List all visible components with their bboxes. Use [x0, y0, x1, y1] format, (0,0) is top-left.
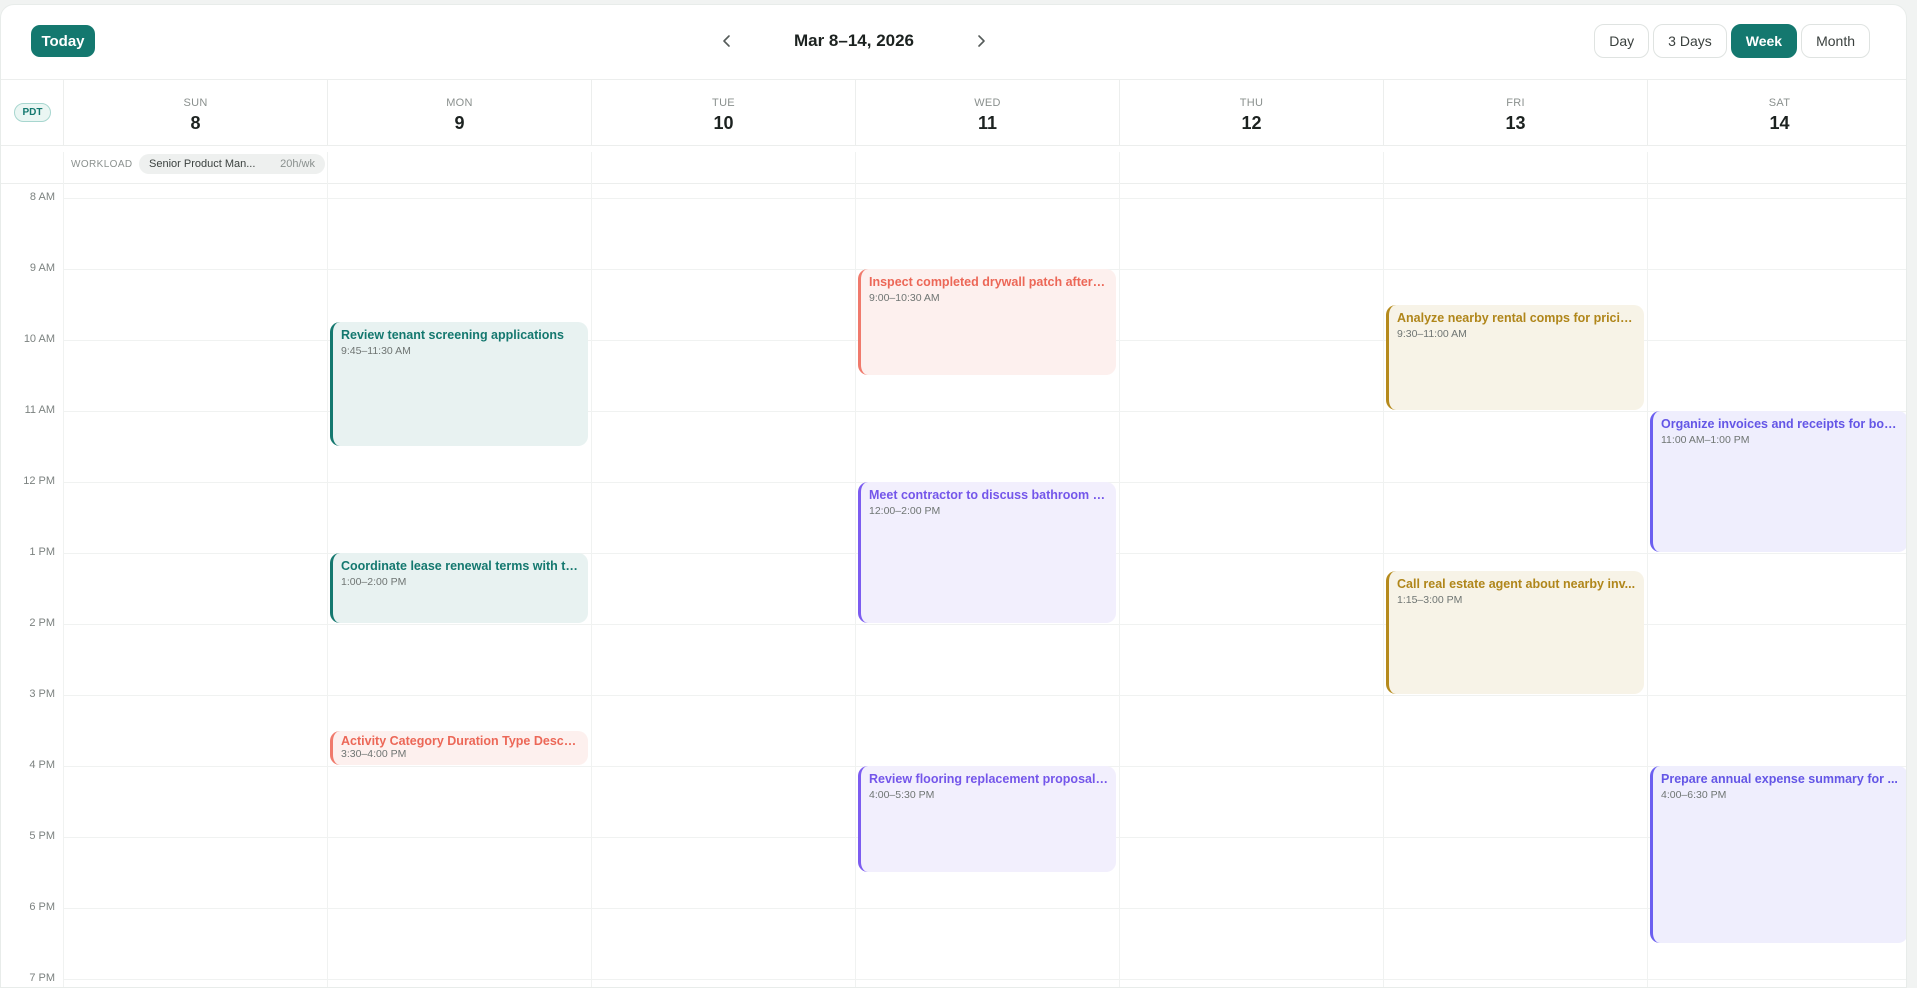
workload-label: WORKLOAD: [71, 159, 133, 170]
day-column-divider: [855, 152, 856, 987]
event-time: 12:00–2:00 PM: [869, 505, 941, 517]
calendar-event[interactable]: Call real estate agent about nearby inv.…: [1386, 570, 1644, 694]
day-header-wed[interactable]: WED 11: [855, 80, 1119, 146]
hour-label: 12 PM: [23, 475, 55, 487]
day-of-week-label: THU: [1239, 97, 1264, 109]
event-time: 11:00 AM–1:00 PM: [1661, 434, 1750, 446]
event-title: Meet contractor to discuss bathroom u...: [869, 488, 1108, 502]
day-number: 9: [454, 113, 465, 133]
view-week-button[interactable]: Week: [1730, 24, 1798, 58]
day-column-divider: [63, 152, 64, 987]
workload-row: WORKLOAD Senior Product Man... 20h/wk: [1, 146, 1906, 184]
day-header-row: PDT SUN 8 MON 9 TUE 10 WED 11 THU 12 FRI 13 SAT 14: [1, 80, 1906, 146]
hour-label: 5 PM: [29, 830, 55, 842]
event-title: Analyze nearby rental comps for pricin..…: [1397, 310, 1636, 325]
day-header-sun[interactable]: SUN 8: [63, 80, 327, 146]
day-number: 11: [977, 113, 998, 133]
timezone-badge: PDT: [14, 103, 51, 122]
hour-gridline: [63, 979, 1906, 980]
hour-gridline: [63, 695, 1906, 696]
calendar-event[interactable]: Activity Category Duration Type Descri..…: [330, 730, 588, 765]
day-of-week-label: TUE: [712, 97, 735, 109]
hour-label: 10 AM: [23, 333, 55, 345]
calendar-event[interactable]: Review flooring replacement proposal ...…: [858, 766, 1116, 872]
day-column-divider: [1119, 152, 1120, 987]
event-title: Prepare annual expense summary for ...: [1661, 772, 1898, 786]
workload-hours: 20h/wk: [280, 158, 315, 170]
toolbar: Today Mar 8–14, 2026 Day 3 Days Week Mon…: [1, 5, 1906, 80]
event-time: 1:15–3:00 PM: [1397, 593, 1463, 606]
hour-label: 3 PM: [29, 688, 55, 700]
day-column-divider: [327, 152, 328, 987]
event-time: 4:00–5:30 PM: [869, 789, 935, 801]
day-of-week-label: SAT: [1768, 97, 1791, 109]
calendar-event[interactable]: Analyze nearby rental comps for pricin..…: [1386, 304, 1644, 410]
hour-gridline: [63, 908, 1906, 909]
event-title: Activity Category Duration Type Descri..…: [341, 733, 580, 748]
chevron-left-icon: [723, 35, 730, 47]
day-number: 10: [713, 113, 734, 133]
calendar-event[interactable]: Coordinate lease renewal terms with te..…: [330, 553, 588, 623]
calendar-event[interactable]: Meet contractor to discuss bathroom u...…: [858, 482, 1116, 623]
event-title: Organize invoices and receipts for boo..…: [1661, 417, 1900, 431]
event-title: Review tenant screening applications: [341, 328, 564, 343]
day-column-divider: [1383, 152, 1384, 987]
view-3days-button[interactable]: 3 Days: [1653, 24, 1727, 58]
hour-label: 11 AM: [24, 404, 55, 416]
event-time: 3:30–4:00 PM: [341, 747, 407, 760]
day-header-sat[interactable]: SAT 14: [1647, 80, 1906, 146]
day-number: 8: [190, 113, 201, 133]
hour-label: 1 PM: [29, 546, 55, 558]
today-button[interactable]: Today: [31, 25, 95, 57]
chevron-right-icon: [978, 35, 985, 47]
hour-label: 4 PM: [29, 759, 55, 771]
day-of-week-label: FRI: [1506, 97, 1525, 109]
hour-label: 2 PM: [29, 617, 55, 629]
day-number: 13: [1505, 113, 1526, 133]
hour-label: 9 AM: [29, 262, 55, 274]
day-header-tue[interactable]: TUE 10: [591, 80, 855, 146]
workload-chip[interactable]: Senior Product Man... 20h/wk: [139, 154, 325, 174]
calendar-app: Today Mar 8–14, 2026 Day 3 Days Week Mon…: [0, 4, 1907, 988]
day-column-divider: [1647, 152, 1648, 987]
day-number: 14: [1769, 113, 1790, 133]
previous-week-button[interactable]: [715, 29, 739, 53]
day-number: 12: [1241, 113, 1262, 133]
hour-gridline: [63, 198, 1906, 199]
view-month-button[interactable]: Month: [1801, 24, 1870, 58]
view-switcher: Day 3 Days Week Month: [1594, 24, 1870, 58]
event-title: Coordinate lease renewal terms with te..…: [341, 559, 580, 573]
next-week-button[interactable]: [969, 29, 993, 53]
hour-label: 6 PM: [29, 901, 55, 913]
day-of-week-label: MON: [446, 97, 473, 109]
calendar-event[interactable]: Organize invoices and receipts for boo..…: [1650, 411, 1906, 552]
date-range-title: Mar 8–14, 2026: [793, 31, 915, 50]
day-of-week-label: WED: [974, 97, 1001, 109]
day-column-divider: [591, 152, 592, 987]
calendar-event[interactable]: Review tenant screening applications 9:45…: [330, 322, 588, 446]
hour-label: 7 PM: [29, 972, 55, 984]
event-title: Call real estate agent about nearby inv.…: [1397, 576, 1636, 591]
calendar-event[interactable]: Inspect completed drywall patch after r.…: [858, 269, 1116, 375]
event-title: Inspect completed drywall patch after r.…: [869, 275, 1108, 289]
time-grid: 8 AM 9 AM 10 AM 11 AM 12 PM 1 PM 2 PM 3 PM 4 PM 5…: [1, 152, 1906, 987]
day-header-mon[interactable]: MON 9: [327, 80, 591, 146]
event-time: 1:00–2:00 PM: [341, 576, 407, 588]
event-time: 9:45–11:30 AM: [341, 345, 411, 358]
hour-label: 8 AM: [29, 191, 55, 203]
event-title: Review flooring replacement proposal ...: [869, 772, 1108, 786]
workload-role: Senior Product Man...: [149, 158, 256, 170]
event-time: 4:00–6:30 PM: [1661, 789, 1727, 801]
event-time: 9:00–10:30 AM: [869, 292, 940, 304]
view-day-button[interactable]: Day: [1594, 24, 1650, 58]
day-header-thu[interactable]: THU 12: [1119, 80, 1383, 146]
calendar-event[interactable]: Prepare annual expense summary for ... 4:…: [1650, 766, 1906, 943]
day-header-fri[interactable]: FRI 13: [1383, 80, 1647, 146]
event-time: 9:30–11:00 AM: [1397, 327, 1467, 340]
day-of-week-label: SUN: [183, 97, 208, 109]
